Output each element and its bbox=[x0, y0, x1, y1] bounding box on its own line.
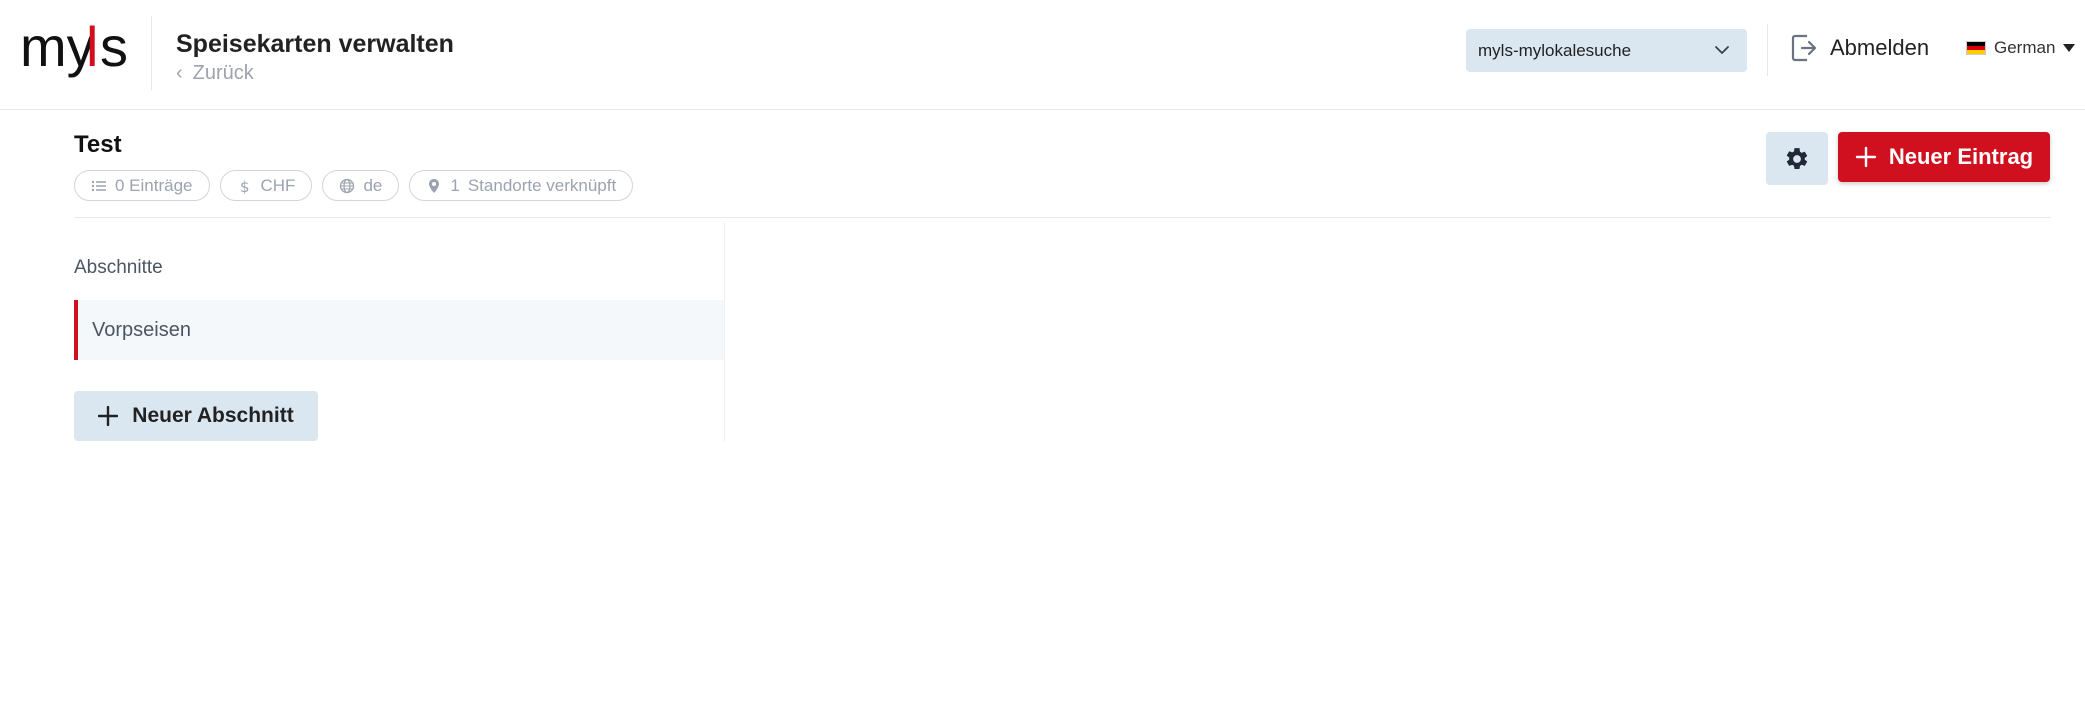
header-divider-right bbox=[1767, 24, 1768, 76]
section-item-label: Vorpseisen bbox=[92, 318, 191, 341]
logout-label: Abmelden bbox=[1830, 35, 1930, 60]
column-divider bbox=[724, 222, 725, 442]
entries-count: 0 Einträge bbox=[115, 175, 193, 195]
svg-text:l: l bbox=[86, 15, 98, 78]
locations-chip[interactable]: 1 Standorte verknüpft bbox=[409, 170, 634, 201]
chevron-left-icon: ‹ bbox=[176, 62, 183, 84]
chevron-down-icon bbox=[1715, 46, 1729, 54]
currency-chip: $ CHF bbox=[219, 170, 313, 201]
new-entry-label: Neuer Eintrag bbox=[1888, 144, 2034, 169]
plus-icon bbox=[98, 406, 119, 426]
language-chip: de bbox=[322, 170, 400, 201]
map-pin-icon bbox=[429, 178, 440, 193]
plus-icon bbox=[1855, 146, 1877, 168]
language-value: de bbox=[363, 175, 383, 195]
back-label: Zurück bbox=[192, 62, 254, 84]
logout-icon bbox=[1791, 34, 1817, 62]
logout-button[interactable]: Abmelden bbox=[1790, 32, 1929, 64]
gear-icon bbox=[1786, 147, 1808, 169]
settings-button[interactable] bbox=[1766, 132, 1828, 185]
back-link[interactable]: ‹ Zurück bbox=[176, 62, 254, 85]
section-item-vorpseisen[interactable]: Vorpseisen bbox=[74, 300, 724, 360]
currency-value: CHF bbox=[260, 175, 296, 195]
myls-logo[interactable]: my l s bbox=[20, 14, 128, 92]
new-section-button[interactable]: Neuer Abschnitt bbox=[74, 391, 318, 441]
account-select[interactable]: myls-mylokalesuche bbox=[1466, 29, 1747, 72]
content-divider bbox=[74, 217, 2050, 218]
new-section-label: Neuer Abschnitt bbox=[132, 404, 294, 427]
top-header: my l s Speisekarten verwalten ‹ Zurück m… bbox=[0, 0, 2085, 110]
globe-icon bbox=[340, 178, 355, 193]
entries-chip: 0 Einträge bbox=[74, 170, 210, 201]
sections-heading: Abschnitte bbox=[74, 257, 163, 278]
svg-text:my: my bbox=[20, 15, 95, 78]
svg-text:s: s bbox=[100, 15, 128, 78]
svg-text:$: $ bbox=[240, 178, 250, 194]
header-divider bbox=[151, 16, 152, 90]
account-select-value: myls-mylokalesuche bbox=[1478, 40, 1632, 60]
locations-count: 1 bbox=[450, 175, 460, 195]
list-icon bbox=[91, 180, 106, 191]
page-title: Speisekarten verwalten bbox=[176, 30, 454, 58]
language-select[interactable]: German bbox=[1966, 38, 2076, 58]
language-label: German bbox=[1994, 38, 2056, 57]
german-flag-icon bbox=[1966, 41, 1986, 55]
menu-name: Test bbox=[74, 131, 122, 158]
locations-label: Standorte verknüpft bbox=[467, 175, 617, 195]
dollar-icon: $ bbox=[240, 178, 250, 194]
menu-info-chips: 0 Einträge $ CHF de 1 Standorte verknüpf… bbox=[74, 170, 634, 201]
caret-down-icon bbox=[2063, 44, 2076, 52]
new-entry-button[interactable]: Neuer Eintrag bbox=[1838, 132, 2050, 182]
